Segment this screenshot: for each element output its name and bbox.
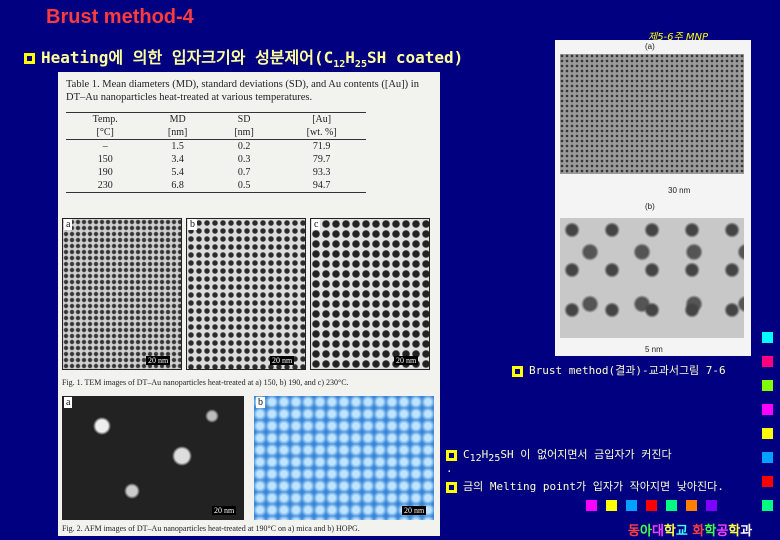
tem-scale-c: 20 nm xyxy=(394,356,419,365)
bullet-icon xyxy=(24,53,35,64)
afm-image-a xyxy=(62,396,244,520)
sem-label-a: (a) xyxy=(645,42,655,51)
decorative-square xyxy=(762,452,773,463)
tem-image-c xyxy=(310,218,430,370)
table-cell: 79.7 xyxy=(312,154,331,165)
decorative-square xyxy=(762,476,773,487)
afm-label-b: b xyxy=(256,397,265,408)
table-cell: 71.9 xyxy=(312,141,331,152)
note-line-1: C12H25SH 이 없어지면서 금입자가 커진다 xyxy=(446,446,746,464)
slide-headline: Heating에 의한 입자크기와 성분제어(C12H25SH coated) xyxy=(24,44,463,70)
decorative-square xyxy=(686,500,697,511)
decorative-square xyxy=(762,332,773,343)
afm-label-a: a xyxy=(64,397,73,408)
table-row: 190 5.4 0.7 93.3 xyxy=(66,166,366,179)
footer-char: 화 xyxy=(692,524,705,539)
table-cell: – xyxy=(102,141,108,152)
tem-image-a xyxy=(62,218,182,370)
tem-image-b xyxy=(186,218,306,370)
table-cell: 0.2 xyxy=(237,141,251,152)
footer-char: 교 xyxy=(675,524,688,539)
data-table: Temp. MD SD [Au] [°C] [nm] [nm] [wt. %] … xyxy=(66,112,366,193)
afm-scale-a: 20 nm xyxy=(212,506,237,515)
note-dot: . xyxy=(446,462,453,475)
table-header: MD xyxy=(144,112,211,126)
afm-scale-b: 20 nm xyxy=(402,506,427,515)
decorative-square xyxy=(666,500,677,511)
tem-caption: Fig. 1. TEM images of DT–Au nanoparticle… xyxy=(62,378,349,387)
table-cell: 93.3 xyxy=(312,167,331,178)
decorative-square xyxy=(606,500,617,511)
table-unit: [nm] xyxy=(144,126,211,140)
decorative-square xyxy=(646,500,657,511)
sem-image-b xyxy=(560,218,744,338)
bullet-icon xyxy=(512,365,523,377)
table-header: [Au] xyxy=(277,112,366,126)
note-line-2: 금의 Melting point가 입자가 작아지면 낮아진다. xyxy=(446,478,746,496)
table-cell: 0.7 xyxy=(237,167,251,178)
table-cell: 5.4 xyxy=(171,167,184,178)
sem-scale-b: 5 nm xyxy=(645,345,663,354)
table-cell: 1.5 xyxy=(171,141,184,152)
reference-note: Brust method(결과)-교과서그림 7-6 xyxy=(512,362,726,378)
footer-char: 학 xyxy=(663,524,676,539)
table-cell: 230 xyxy=(66,179,145,193)
decorative-square xyxy=(762,404,773,415)
decorative-square xyxy=(762,356,773,367)
table-cell: 3.4 xyxy=(171,154,184,165)
footer-char: 공 xyxy=(716,524,729,539)
afm-caption: Fig. 2. AFM images of DT–Au nanoparticle… xyxy=(62,524,360,533)
sem-scale-a: 30 nm xyxy=(668,186,691,195)
table-unit: [nm] xyxy=(210,126,278,140)
tem-label-c: c xyxy=(312,219,321,230)
table-header: Temp. xyxy=(66,112,145,126)
table-row: 230 6.8 0.5 94.7 xyxy=(66,179,366,193)
decorative-square xyxy=(626,500,637,511)
decorative-square xyxy=(586,500,597,511)
table-caption: Table 1. Mean diameters (MD), standard d… xyxy=(66,79,419,103)
decorative-square xyxy=(762,380,773,391)
table-cell: 190 xyxy=(97,167,113,178)
university-footer: 동아대학교 화학공학과 xyxy=(628,520,752,539)
slide-title: Brust method-4 xyxy=(46,6,194,28)
table-cell: 150 xyxy=(97,154,113,165)
tem-scale-b: 20 nm xyxy=(270,356,295,365)
footer-char: 동 xyxy=(628,524,640,539)
sem-image-a xyxy=(560,54,744,174)
table-row: – 1.5 0.2 71.9 xyxy=(66,140,366,154)
footer-char: 대 xyxy=(651,524,664,539)
table-unit: [°C] xyxy=(66,126,145,140)
bullet-icon xyxy=(446,481,457,493)
table-unit: [wt. %] xyxy=(277,126,366,140)
tem-scale-a: 20 nm xyxy=(146,356,171,365)
footer-char: 학 xyxy=(728,524,741,539)
decorative-square xyxy=(762,428,773,439)
decorative-square xyxy=(706,500,717,511)
table-cell: 94.7 xyxy=(277,179,366,193)
tem-label-a: a xyxy=(64,219,73,230)
table-cell: 0.3 xyxy=(237,154,251,165)
decorative-square xyxy=(762,500,773,511)
footer-char: 아 xyxy=(639,524,652,539)
sem-label-b: (b) xyxy=(645,202,655,211)
table-cell: 0.5 xyxy=(210,179,278,193)
tem-label-b: b xyxy=(188,219,197,230)
footer-char: 학 xyxy=(704,524,717,539)
table-cell: 6.8 xyxy=(144,179,211,193)
afm-image-b xyxy=(254,396,434,520)
bullet-icon xyxy=(446,449,457,461)
footer-char: 과 xyxy=(740,524,753,539)
table-row: 150 3.4 0.3 79.7 xyxy=(66,153,366,166)
table-header: SD xyxy=(210,112,278,126)
